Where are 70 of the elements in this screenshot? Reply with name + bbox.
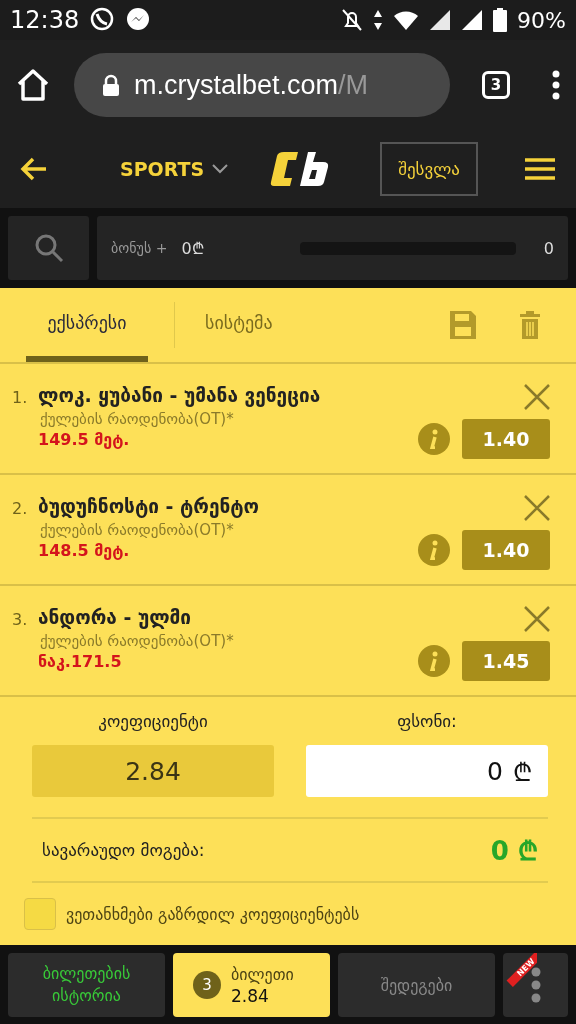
market-name: ქულების რაოდენობა(OT)* [39,410,235,428]
potential-win-label: სავარაუდო მოგება: [42,840,205,860]
stake-label: ფსონი: [396,711,458,731]
history-button[interactable]: ბილეთების ისტორია [8,953,165,1017]
bet-pick: ნაკ.171.5 [38,652,123,671]
bonus-amount: 0₾ [181,238,204,259]
ticket-odds: 2.84 [231,985,270,1006]
bonus-label: ბონუს + [111,240,168,256]
signal-icon [429,9,452,31]
clock-time: 12:38 [10,6,80,34]
login-button[interactable]: შესვლა [380,142,478,196]
signal-icon [461,9,484,31]
bet-number: 1. [12,387,29,409]
sports-dropdown[interactable]: SPORTS [114,157,235,181]
checkbox[interactable] [24,898,56,930]
wifi-icon [393,9,420,31]
trash-icon[interactable] [520,311,540,339]
tab[interactable]: სისტემა [201,288,277,362]
info-icon [429,651,439,671]
market-name: ქულების რაოდენობა(OT)* [39,632,235,650]
chat-bolt-icon [125,7,152,33]
lock-icon [102,74,120,96]
back-arrow-icon[interactable] [20,157,48,181]
battery-level: 90% [517,7,566,33]
coefficient-value: 2.84 [32,745,274,797]
close-icon [524,495,550,521]
currency-sign: ₾ [513,757,532,788]
home-icon[interactable] [16,68,50,102]
save-icon[interactable] [450,311,476,339]
close-button[interactable] [524,495,550,521]
address-bar[interactable]: m.crystalbet.com/M [74,53,450,117]
potential-win-value: 0 ₾ [490,835,538,868]
chevron-down-icon [212,164,229,174]
more-icon[interactable] [552,70,560,100]
stake-value: 0 [487,756,503,786]
match-name: ლოკ. ყუბანი - უმანა ვენეცია [38,384,322,406]
battery-icon [493,8,508,32]
tab[interactable]: ექსპრესი [26,288,148,362]
search-icon [33,233,64,263]
bet-number: 3. [12,609,29,631]
ticket-button[interactable]: 3 ბილეთი 2.84 [173,953,330,1017]
ticket-label: ბილეთი [231,964,294,984]
match-name: ბუდუჩნოსტი - ტრენტო [38,495,261,517]
data-arrows-icon [373,9,384,31]
info-button[interactable] [418,423,450,455]
menu-icon[interactable] [524,157,556,181]
info-icon [429,429,439,449]
close-icon [524,384,550,410]
stake-field[interactable]: 0 ₾ [306,745,548,797]
muted-bell-icon [341,8,364,32]
bet-number: 2. [12,498,29,520]
coefficient-label: კოეფიციენტი [97,711,209,731]
phone-chat-icon [89,7,116,33]
search-button[interactable] [8,216,89,280]
bet-pick: 148.5 მეტ. [38,541,131,560]
close-button[interactable] [524,384,550,410]
checkbox-label: ვეთანხმები გაზრდილ კოეფიციენტებს [66,904,360,924]
market-name: ქულების რაოდენობა(OT)* [39,521,235,539]
results-button[interactable]: შედეგები [338,953,495,1017]
bonus-count: 0 [543,238,554,258]
tab-count[interactable]: 3 [482,71,510,99]
info-icon [429,540,439,560]
ticket-count-badge: 3 [193,971,221,999]
info-button[interactable] [418,645,450,677]
url-text: m.crystalbet.com/M [134,69,369,101]
close-icon [524,606,550,632]
info-button[interactable] [418,534,450,566]
match-name: ანდორა - ულმი [38,606,193,628]
close-button[interactable] [524,606,550,632]
bet-pick: 149.5 მეტ. [38,430,131,449]
